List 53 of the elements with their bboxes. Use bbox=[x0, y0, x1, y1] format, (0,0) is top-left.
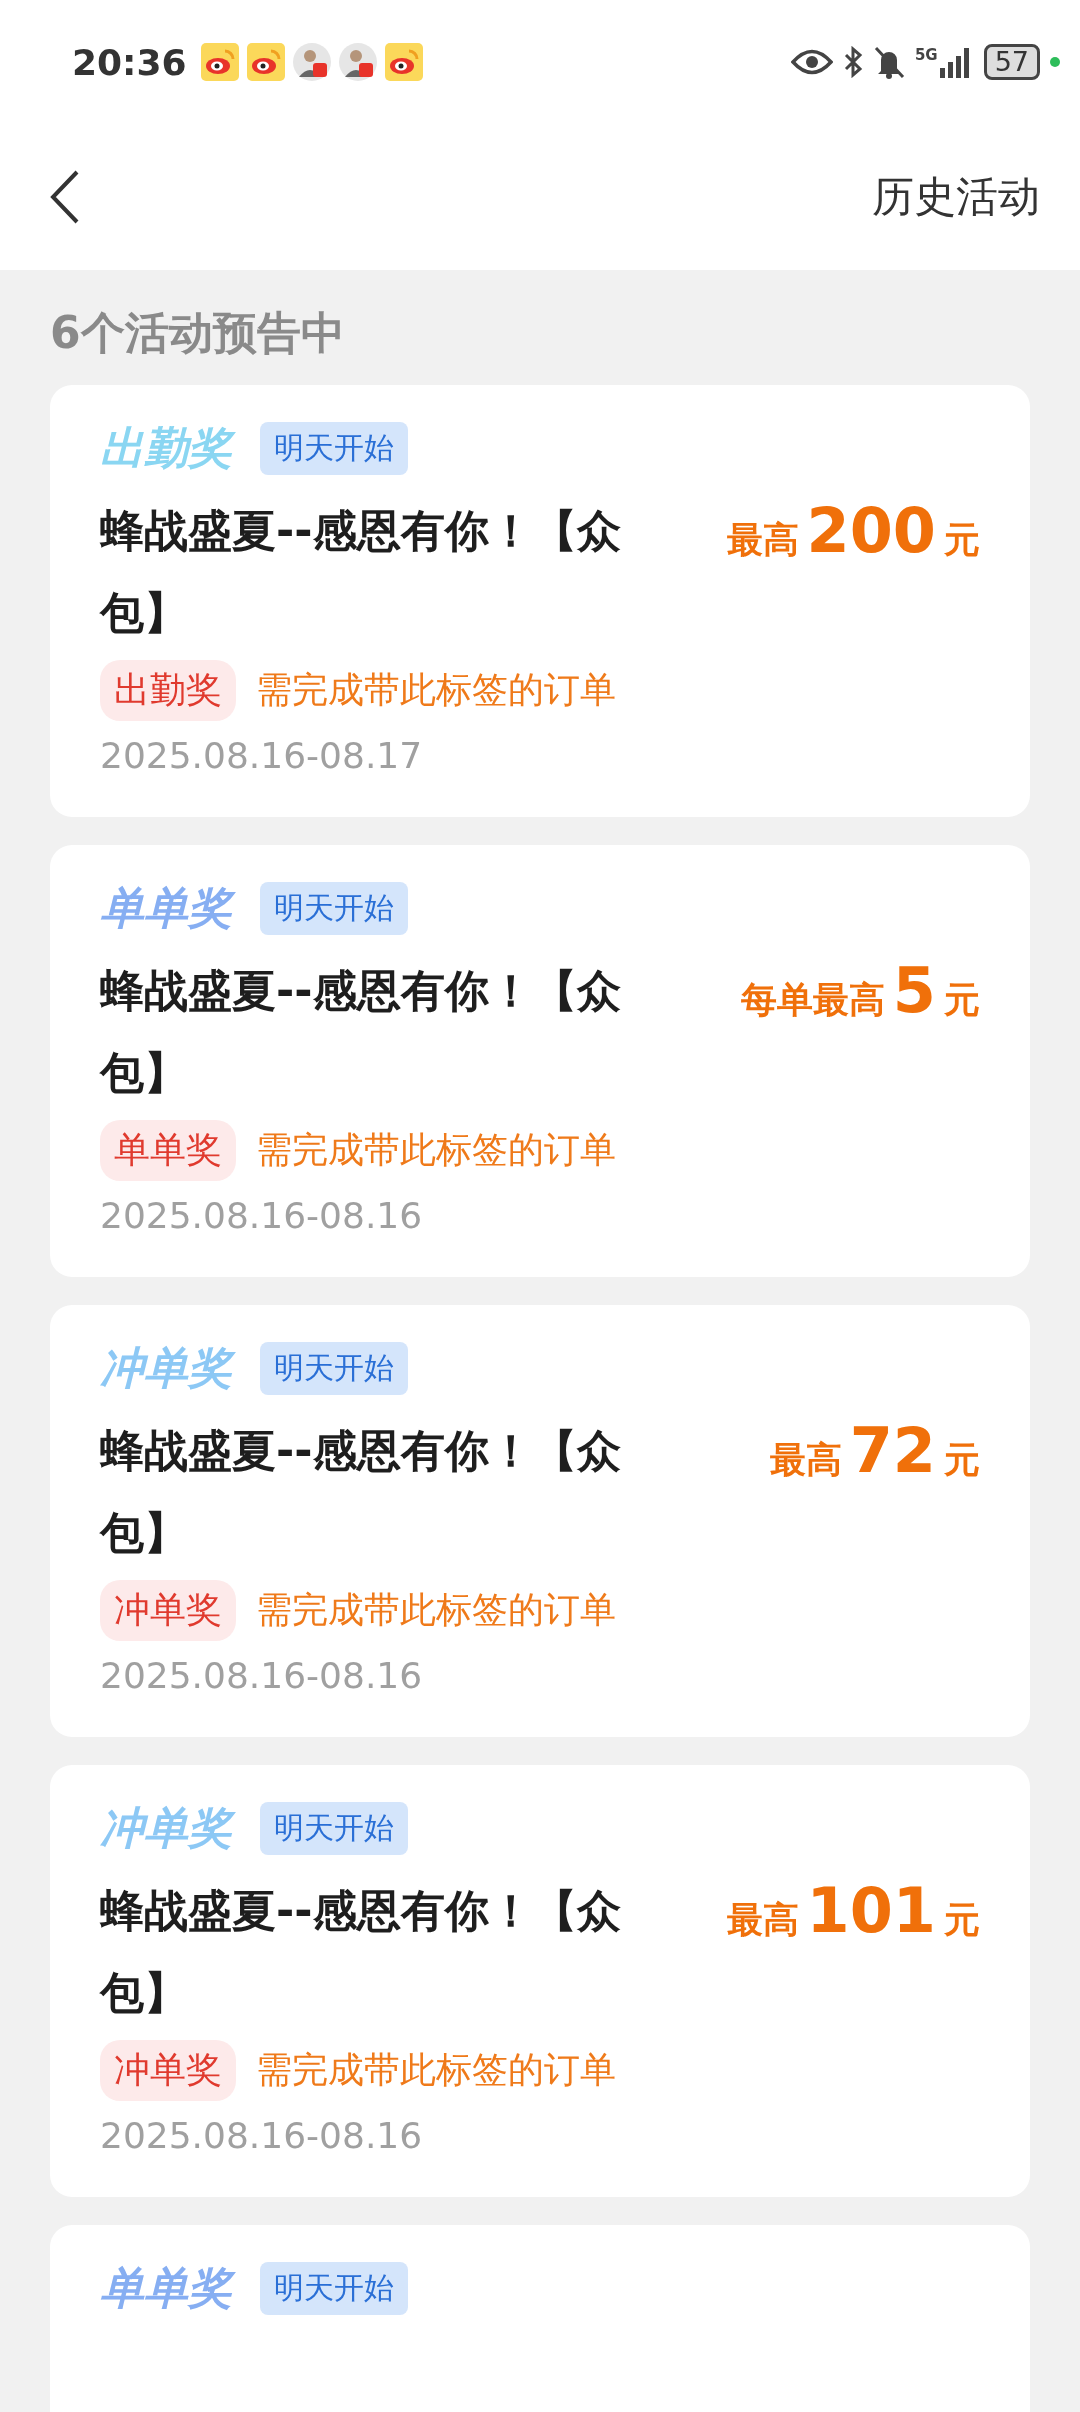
eye-icon bbox=[790, 49, 833, 75]
back-icon[interactable] bbox=[50, 170, 80, 224]
reward-tag: 冲单奖 bbox=[100, 2040, 236, 2101]
avatar-notification-icon bbox=[292, 43, 331, 81]
date-range: 2025.08.16-08.17 bbox=[100, 735, 424, 776]
requirement-text: 需完成带此标签的订单 bbox=[256, 668, 616, 712]
reward-tag: 冲单奖 bbox=[100, 1580, 236, 1641]
date-range: 2025.08.16-08.16 bbox=[100, 1195, 424, 1236]
amount-prefix: 最高 bbox=[769, 1438, 842, 1482]
status-time: 20:36 bbox=[72, 41, 187, 83]
activity-card[interactable]: 冲单奖 明天开始 蜂战盛夏--感恩有你！【众包】 最高 101 元 冲单奖 需完成带此标签的订单 2025.08.16-08.16 bbox=[50, 1765, 1030, 2197]
reward-tag: 出勤奖 bbox=[100, 660, 236, 721]
activity-title: 蜂战盛夏--感恩有你！【众包】 bbox=[100, 504, 622, 640]
amount-unit: 元 bbox=[944, 518, 980, 562]
date-range: 2025.08.16-08.16 bbox=[100, 2115, 424, 2156]
requirement-text: 需完成带此标签的订单 bbox=[256, 1128, 616, 1172]
bluetooth-icon bbox=[842, 46, 863, 78]
section-title: 6个活动预告中 bbox=[50, 306, 346, 360]
start-status-badge: 明天开始 bbox=[260, 422, 408, 475]
weibo-notification-icon bbox=[246, 43, 285, 81]
date-range: 2025.08.16-08.16 bbox=[100, 1655, 424, 1696]
amount-prefix: 最高 bbox=[726, 1898, 799, 1942]
start-status-badge: 明天开始 bbox=[260, 2262, 408, 2315]
network-type: 5G bbox=[914, 46, 938, 64]
weibo-notification-icon bbox=[384, 43, 423, 81]
activity-card[interactable]: 单单奖 明天开始 蜂战盛夏--感恩有你！【众包】 每单最高 5 元 单单奖 需完成带此标签的订单 2025.08.16-08.16 bbox=[50, 845, 1030, 1277]
reward-tag: 单单奖 bbox=[100, 1120, 236, 1181]
amount-unit: 元 bbox=[944, 1898, 980, 1942]
amount-prefix: 最高 bbox=[726, 518, 799, 562]
amount-unit: 元 bbox=[944, 978, 980, 1022]
amount-value: 200 bbox=[806, 494, 936, 567]
amount-unit: 元 bbox=[944, 1438, 980, 1482]
amount-value: 72 bbox=[849, 1414, 936, 1487]
start-status-badge: 明天开始 bbox=[260, 882, 408, 935]
activity-title: 蜂战盛夏--感恩有你！【众包】 bbox=[100, 964, 622, 1100]
battery-indicator: 57 bbox=[983, 44, 1040, 80]
amount-value: 101 bbox=[806, 1874, 936, 1947]
start-status-badge: 明天开始 bbox=[260, 1802, 408, 1855]
requirement-text: 需完成带此标签的订单 bbox=[256, 1588, 616, 1632]
activity-title: 蜂战盛夏--感恩有你！【众包】 bbox=[100, 1884, 622, 2020]
activity-title: 蜂战盛夏--感恩有你！【众包】 bbox=[100, 1424, 622, 1560]
requirement-text: 需完成带此标签的订单 bbox=[256, 2048, 616, 2092]
activity-card[interactable]: 单单奖 明天开始 bbox=[50, 2225, 1030, 2412]
muted-bell-icon bbox=[872, 45, 905, 79]
amount-prefix: 每单最高 bbox=[740, 978, 885, 1022]
avatar-notification-icon bbox=[338, 43, 377, 81]
weibo-notification-icon bbox=[200, 43, 239, 81]
activity-card[interactable]: 冲单奖 明天开始 蜂战盛夏--感恩有你！【众包】 最高 72 元 冲单奖 需完成带此标签的订单 2025.08.16-08.16 bbox=[50, 1305, 1030, 1737]
history-activities-link[interactable]: 历史活动 bbox=[872, 169, 1040, 225]
status-dot-icon bbox=[1050, 57, 1060, 67]
activity-card[interactable]: 出勤奖 明天开始 蜂战盛夏--感恩有你！【众包】 最高 200 元 出勤奖 需完成带此标签的订单 2025.08.16-08.17 bbox=[50, 385, 1030, 817]
start-status-badge: 明天开始 bbox=[260, 1342, 408, 1395]
amount-value: 5 bbox=[892, 954, 936, 1027]
